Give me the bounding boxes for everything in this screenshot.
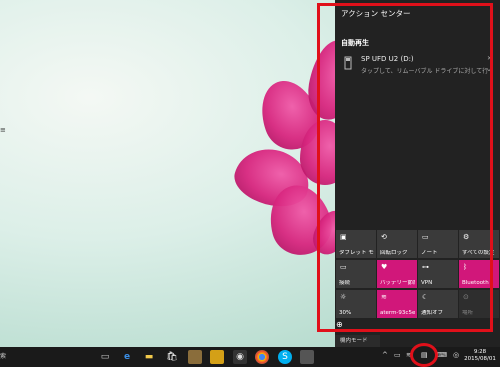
chrome-icon[interactable]	[255, 350, 269, 364]
store-icon[interactable]: 🛍	[165, 350, 179, 364]
task-view-icon[interactable]: ▭	[98, 350, 112, 364]
desktop-edge-marker: ≡	[0, 126, 6, 134]
keyboard-icon[interactable]: ⌨	[437, 351, 447, 359]
highlight-rectangle	[317, 3, 493, 332]
clock-date: 2015/08/01	[464, 356, 496, 362]
app-icon[interactable]	[188, 350, 202, 364]
clock[interactable]: 9:28 2015/08/01	[460, 349, 500, 363]
clock-time: 9:28	[473, 349, 487, 355]
ime-icon[interactable]: ◎	[453, 351, 459, 359]
skype-icon[interactable]: S	[278, 350, 292, 364]
show-hidden-icons-icon[interactable]: ^	[382, 351, 388, 359]
app-icon[interactable]	[210, 350, 224, 364]
airplane-mode-tooltip: 機内モード	[335, 335, 380, 347]
highlight-circle	[410, 343, 438, 367]
app-icon[interactable]	[300, 350, 314, 364]
app-icon[interactable]: ◉	[233, 350, 247, 364]
file-explorer-icon[interactable]: ▬	[142, 350, 156, 364]
search-box-fragment[interactable]: 索	[0, 351, 6, 360]
power-icon[interactable]: ▭	[394, 351, 401, 359]
edge-icon[interactable]: e	[120, 350, 134, 364]
